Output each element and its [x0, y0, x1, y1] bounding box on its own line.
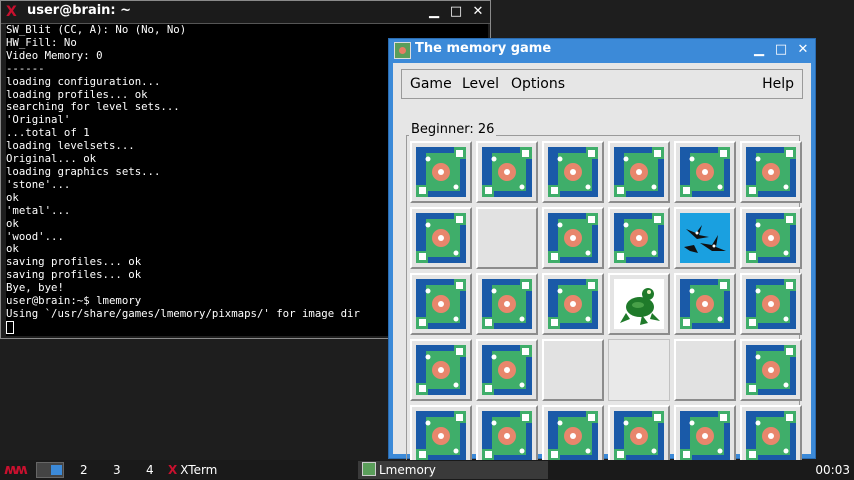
task-lmemory[interactable]: Lmemory [358, 461, 548, 479]
card-face-down[interactable] [476, 405, 538, 467]
desktop-3[interactable]: 3 [113, 463, 121, 477]
memory-titlebar[interactable]: The memory game ▁ □ ✕ [389, 39, 815, 61]
maximize-button[interactable]: □ [773, 42, 789, 58]
memory-game-window[interactable]: The memory game ▁ □ ✕ Game Level Options… [388, 38, 816, 472]
level-count: 26 [477, 122, 495, 137]
taskbar: ʍʍ 2 3 4 X XTerm Lmemory 00:03 [0, 460, 854, 480]
level-label: Beginner: [411, 122, 474, 137]
xterm-task-icon: X [168, 463, 178, 477]
close-button[interactable]: ✕ [795, 42, 811, 58]
card-frog[interactable] [608, 273, 670, 335]
card-removed [608, 339, 670, 401]
menu-help[interactable]: Help [762, 76, 794, 92]
card-removed [674, 339, 736, 401]
desktop-2[interactable]: 2 [80, 463, 88, 477]
card-face-down[interactable] [476, 141, 538, 203]
card-face-down[interactable] [740, 141, 802, 203]
card-face-down[interactable] [608, 207, 670, 269]
card-face-down[interactable] [674, 405, 736, 467]
card-face-down[interactable] [740, 405, 802, 467]
card-face-down[interactable] [608, 405, 670, 467]
task-lmemory-label: Lmemory [379, 463, 436, 477]
card-face-down[interactable] [542, 405, 604, 467]
card-face-down[interactable] [410, 141, 472, 203]
menubar: Game Level Options Help [401, 69, 803, 99]
menu-game[interactable]: Game [410, 76, 452, 92]
menu-level[interactable]: Level [462, 76, 499, 92]
task-xterm[interactable]: X XTerm [168, 463, 217, 477]
card-removed [476, 207, 538, 269]
card-birds[interactable] [674, 207, 736, 269]
card-face-down[interactable] [476, 339, 538, 401]
memory-title: The memory game [415, 41, 552, 56]
card-face-down[interactable] [476, 273, 538, 335]
xterm-titlebar[interactable]: X user@brain: ~ ▁ □ ✕ [1, 1, 490, 24]
card-face-down[interactable] [410, 339, 472, 401]
maximize-button[interactable]: □ [448, 4, 464, 20]
card-face-down[interactable] [740, 273, 802, 335]
task-xterm-label: XTerm [180, 463, 218, 477]
minimize-button[interactable]: ▁ [751, 42, 767, 58]
card-face-down[interactable] [410, 273, 472, 335]
card-face-down[interactable] [542, 207, 604, 269]
memory-client-area: Game Level Options Help Beginner: 26 [393, 63, 811, 472]
minimize-button[interactable]: ▁ [426, 4, 442, 20]
lmemory-task-icon [362, 462, 376, 476]
start-menu-icon[interactable]: ʍʍ [4, 462, 32, 478]
card-face-down[interactable] [542, 273, 604, 335]
desktop-4[interactable]: 4 [146, 463, 154, 477]
card-face-down[interactable] [674, 273, 736, 335]
lmemory-app-icon [394, 42, 411, 59]
level-status: Beginner: 26 [409, 122, 497, 137]
desktop-pager-1[interactable] [36, 462, 64, 478]
close-button[interactable]: ✕ [470, 4, 486, 20]
menu-options[interactable]: Options [511, 76, 565, 92]
xterm-title: user@brain: ~ [27, 3, 132, 18]
card-face-down[interactable] [410, 207, 472, 269]
card-face-down[interactable] [740, 339, 802, 401]
card-face-down[interactable] [410, 405, 472, 467]
card-face-down[interactable] [740, 207, 802, 269]
card-face-down[interactable] [608, 141, 670, 203]
card-face-down[interactable] [542, 141, 604, 203]
clock: 00:03 [815, 463, 850, 477]
xterm-app-icon: X [6, 4, 17, 20]
card-removed [542, 339, 604, 401]
terminal-line: SW_Blit (CC, A): No (No, No) [6, 24, 187, 36]
card-face-down[interactable] [674, 141, 736, 203]
